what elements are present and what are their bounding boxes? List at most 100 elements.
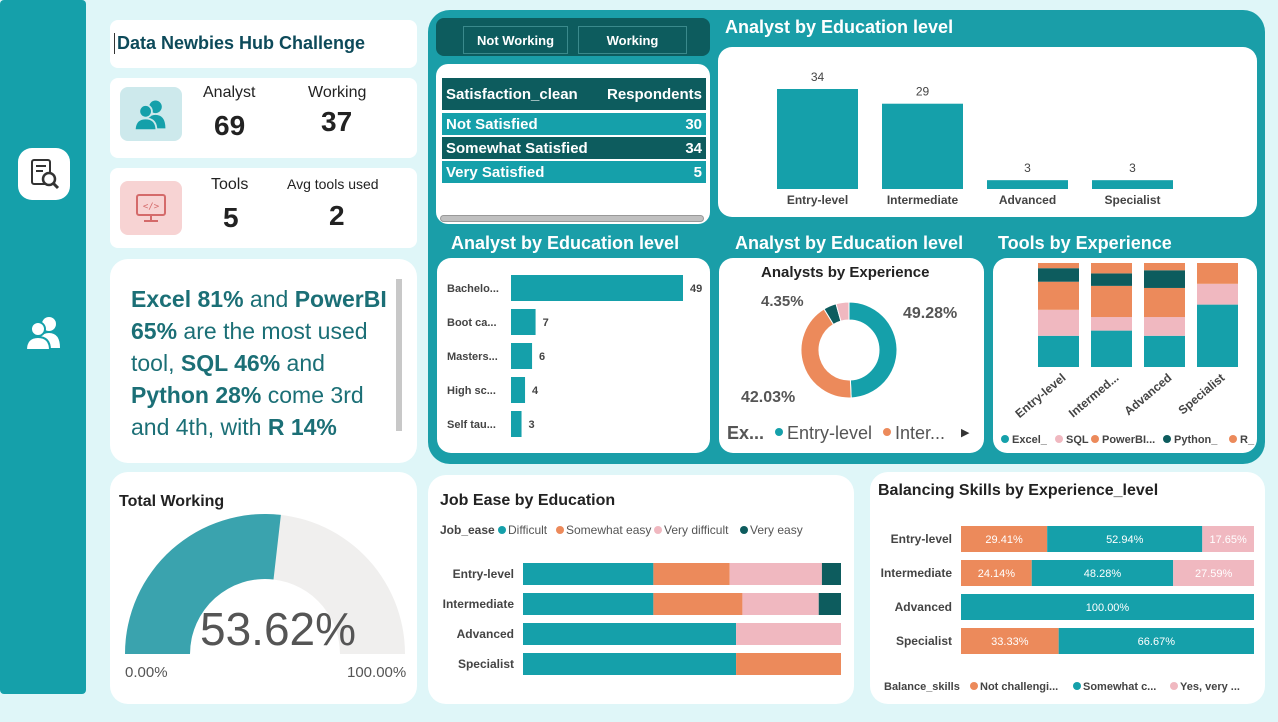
analyst-label: Analyst <box>203 84 256 101</box>
data-label: 6 <box>539 351 545 363</box>
balancing-title: Balancing Skills by Experience_level <box>878 482 1159 499</box>
working-value: 37 <box>321 106 353 137</box>
legend-marker <box>1163 435 1171 443</box>
data-label: 49 <box>690 283 702 295</box>
not-working-button[interactable]: Not Working <box>463 26 568 54</box>
tick-label: Specialist <box>896 634 952 648</box>
legend-item: Somewhat c... <box>1083 681 1156 693</box>
svg-text:</>: </> <box>143 202 160 212</box>
column-header-respondents[interactable]: Respondents <box>607 86 702 103</box>
kpi-card-analysts: Analyst 69 Working 37 <box>110 78 417 158</box>
legend-marker <box>1055 435 1063 443</box>
bar-segment <box>523 593 654 615</box>
data-label: 27.59% <box>1195 568 1233 580</box>
legend-title: Ex... <box>727 423 764 443</box>
legend-marker <box>775 428 783 436</box>
working-label: Working <box>308 84 367 101</box>
row-value: 30 <box>685 115 702 133</box>
data-label: 49.28% <box>903 305 957 322</box>
legend-title: Job_ease <box>440 523 495 537</box>
bar-segment <box>1038 268 1079 282</box>
tick-label: Entry-level <box>891 532 952 546</box>
bar-segment <box>1038 335 1079 367</box>
table-row[interactable]: Very Satisfied 5 <box>442 161 706 183</box>
insight-text: Excel 81% and PowerBI 65% are the most u… <box>131 283 391 443</box>
bar-segment <box>742 593 819 615</box>
data-label: 29 <box>916 85 930 99</box>
tick-label: Intermediate <box>887 193 959 207</box>
row-label: Very Satisfied <box>446 163 545 181</box>
bar <box>511 377 526 403</box>
working-button[interactable]: Working <box>578 26 687 54</box>
tick-label: Advanced <box>999 193 1056 207</box>
bar <box>882 103 963 189</box>
legend-item: Inter... <box>895 423 945 443</box>
avg-tools-value: 2 <box>329 200 345 231</box>
bar <box>987 180 1068 189</box>
tick-label: High sc... <box>447 385 496 397</box>
legend-marker <box>970 682 978 690</box>
table-scrollbar[interactable] <box>440 215 704 222</box>
bar-segment <box>729 563 822 585</box>
report-search-icon[interactable] <box>18 148 70 200</box>
users-icon[interactable] <box>18 306 70 358</box>
data-label: 52.94% <box>1106 534 1144 546</box>
insight-python: Python 28% <box>131 382 262 408</box>
insight-text-6: and <box>280 350 325 376</box>
tick-label: Advanced <box>1121 371 1174 419</box>
column-header-satisfaction[interactable]: Satisfaction_clean <box>446 86 578 103</box>
analyst-icon <box>120 87 182 141</box>
insight-r: R 14% <box>267 414 337 440</box>
tick-label: Specialist <box>1176 371 1228 418</box>
bar-segment <box>1144 317 1185 336</box>
bar <box>511 275 683 301</box>
tick-label: Intermediate <box>881 566 953 580</box>
data-label: 3 <box>1024 161 1031 175</box>
bar-segment <box>1197 283 1238 305</box>
data-label: 3 <box>1129 161 1136 175</box>
legend-item: Excel_ <box>1012 434 1048 446</box>
kpi-card-tools: </> Tools 5 Avg tools used 2 <box>110 168 417 248</box>
bar <box>777 89 858 189</box>
edu-bar-chart: Bachelo... 49 Boot ca... 7 Masters... 6 High s… <box>447 275 702 437</box>
legend-marker <box>1229 435 1237 443</box>
avg-tools-label: Avg tools used <box>287 176 379 192</box>
tools-label: Tools <box>211 176 249 193</box>
edu-bar-title: Analyst by Education level <box>451 233 680 253</box>
gauge-title: Total Working <box>119 493 225 510</box>
title-card: Data Newbies Hub Challenge <box>110 20 417 68</box>
legend-item: Not challengi... <box>980 681 1058 693</box>
tick-label: Intermed... <box>1066 371 1121 421</box>
bar-segment <box>1038 309 1079 336</box>
donut-chart-title: Analysts by Experience <box>761 264 930 281</box>
legend-marker <box>498 526 506 534</box>
table-row[interactable]: Somewhat Satisfied 34 <box>442 137 706 159</box>
tick-label: Bachelo... <box>447 283 499 295</box>
legend-marker <box>654 526 662 534</box>
data-label: 24.14% <box>978 568 1016 580</box>
bar-segment <box>818 593 841 615</box>
legend-marker <box>1001 435 1009 443</box>
data-label: 17.65% <box>1209 534 1247 546</box>
bar-segment <box>1091 285 1132 318</box>
legend-item: Difficult <box>508 523 548 537</box>
table-header: Satisfaction_clean Respondents <box>442 78 706 110</box>
insight-sql: SQL 46% <box>180 350 281 376</box>
sidebar <box>0 0 86 694</box>
tools-value: 5 <box>223 202 239 233</box>
edu-top-chart: 34 Entry-level 29 Intermediate 3 Advanced 3 Spe… <box>777 70 1173 207</box>
data-label: 33.33% <box>991 636 1029 648</box>
insight-scrollbar[interactable] <box>396 279 402 431</box>
data-label: 7 <box>543 317 549 329</box>
row-value: 34 <box>685 139 702 157</box>
edu-donut-title: Analyst by Education level <box>735 233 964 253</box>
gauge-card: Total Working 53.62% 0.00% 100.00% <box>110 472 417 704</box>
data-label: 29.41% <box>985 534 1023 546</box>
table-row[interactable]: Not Satisfied 30 <box>442 113 706 135</box>
bar-segment <box>736 623 841 645</box>
tick-label: Advanced <box>895 600 952 614</box>
tools-exp-card: Entry-level Intermed... Advanced Specialist… <box>993 258 1257 453</box>
job-ease-card: Job Ease by Education Job_ease Difficult S… <box>428 475 854 704</box>
tools-exp-title: Tools by Experience <box>998 233 1172 253</box>
bar <box>1092 180 1173 189</box>
